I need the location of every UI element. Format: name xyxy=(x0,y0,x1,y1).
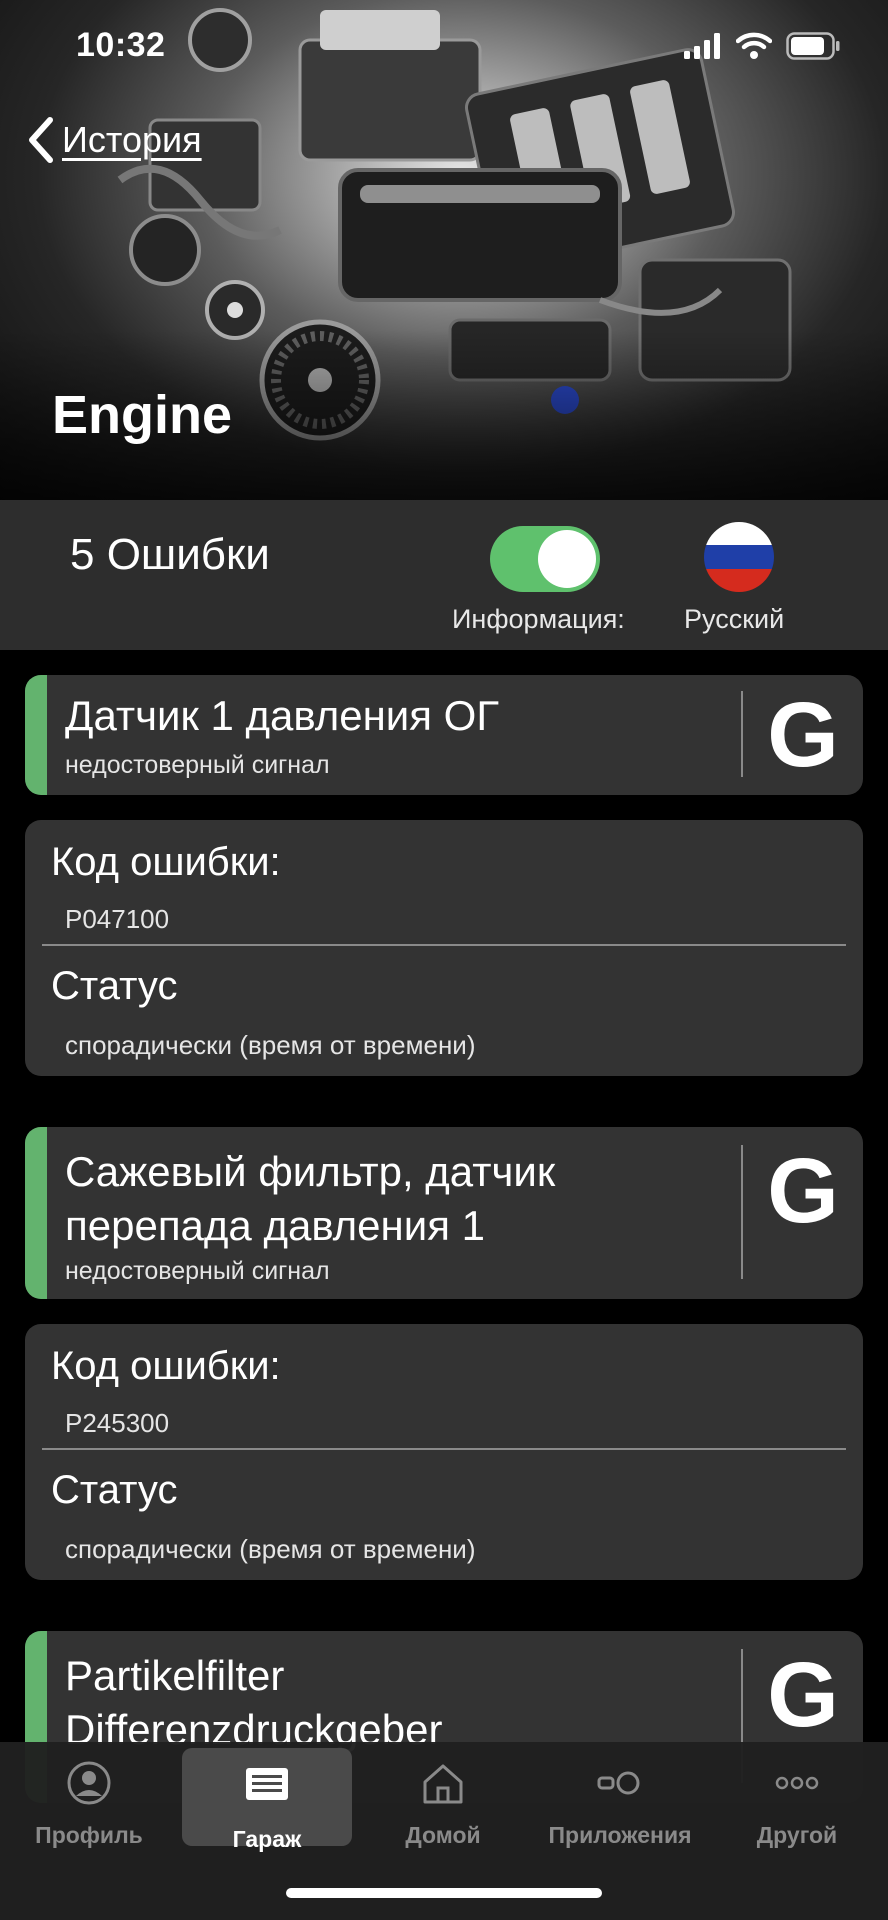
vertical-divider xyxy=(741,1145,743,1279)
error-code-value: P047100 xyxy=(65,904,170,934)
tab-garage[interactable]: Гараж xyxy=(182,1748,352,1852)
fault-accent-bar xyxy=(25,1127,47,1299)
tab-more[interactable]: Другой xyxy=(712,1742,882,1862)
apps-icon xyxy=(597,1771,640,1795)
flag-stripe-white xyxy=(704,522,774,546)
status-bar: 10:32 xyxy=(0,0,888,100)
fault-subtitle: недостоверный сигнал xyxy=(65,751,330,779)
vertical-divider xyxy=(741,691,743,777)
errors-count: 5 Ошибки xyxy=(70,530,270,579)
status-value: спорадически (время от времени) xyxy=(65,1534,476,1564)
tab-label: Другой xyxy=(756,1822,838,1848)
tab-home[interactable]: Домой xyxy=(358,1742,528,1862)
status-icons xyxy=(684,32,840,60)
language-flag-button[interactable] xyxy=(704,522,774,592)
back-button-label: История xyxy=(62,119,202,160)
status-value: спорадически (время от времени) xyxy=(65,1030,476,1060)
error-code-label: Код ошибки: xyxy=(51,840,281,884)
horizontal-divider xyxy=(42,1448,846,1450)
status-label: Статус xyxy=(51,1468,178,1512)
summary-bar: 5 Ошибки Информация: Русский xyxy=(0,500,888,650)
back-button[interactable]: История xyxy=(26,116,202,164)
home-indicator[interactable] xyxy=(286,1888,602,1898)
error-code-value: P245300 xyxy=(65,1408,170,1438)
house-icon xyxy=(423,1764,463,1804)
status-label: Статус xyxy=(51,964,178,1008)
flag-stripe-blue xyxy=(704,545,774,569)
fault-accent-bar xyxy=(25,675,47,795)
fault-title: Датчик 1 давления ОГ xyxy=(65,692,500,739)
page-title: Engine xyxy=(52,385,233,445)
fault-title-line-2: перепада давления 1 xyxy=(65,1202,485,1249)
fault-card[interactable]: Датчик 1 давления ОГ недостоверный сигна… xyxy=(25,675,863,795)
horizontal-divider xyxy=(42,944,846,946)
fault-details-card: Код ошибки: P245300 Статус спорадически … xyxy=(25,1324,863,1580)
language-label: Русский xyxy=(684,604,785,634)
garage-icon xyxy=(246,1768,288,1800)
google-search-button[interactable]: G xyxy=(761,1145,845,1237)
info-toggle-label: Информация: xyxy=(452,604,625,634)
fault-title-line-1: Сажевый фильтр, датчик xyxy=(65,1148,556,1195)
google-search-button[interactable]: G xyxy=(761,689,845,781)
fault-title-line-1: Partikelfilter xyxy=(65,1652,285,1699)
cellular-signal-icon xyxy=(684,33,720,59)
chevron-left-icon xyxy=(29,117,53,163)
tab-apps[interactable]: Приложения xyxy=(535,1742,705,1862)
fault-card[interactable]: Сажевый фильтр, датчик перепада давления… xyxy=(25,1127,863,1299)
tab-label: Профиль xyxy=(35,1822,143,1848)
tab-label: Приложения xyxy=(548,1822,692,1848)
flag-stripe-red xyxy=(704,568,774,592)
person-circle-icon xyxy=(67,1761,111,1805)
fault-details-card: Код ошибки: P047100 Статус спорадически … xyxy=(25,820,863,1076)
info-toggle-knob xyxy=(538,530,596,588)
error-code-label: Код ошибки: xyxy=(51,1344,281,1388)
status-time: 10:32 xyxy=(76,26,166,64)
more-dots-icon xyxy=(775,1776,819,1790)
screen: 10:32 История Engine 5 Ошибки Информация… xyxy=(0,0,888,1920)
wifi-icon xyxy=(736,32,772,59)
google-search-button[interactable]: G xyxy=(761,1649,845,1741)
tab-label: Гараж xyxy=(232,1826,302,1852)
fault-subtitle: недостоверный сигнал xyxy=(65,1257,330,1285)
info-toggle[interactable] xyxy=(490,526,600,592)
battery-icon xyxy=(786,32,840,60)
tab-label: Домой xyxy=(405,1822,481,1848)
tab-profile[interactable]: Профиль xyxy=(4,1742,174,1862)
